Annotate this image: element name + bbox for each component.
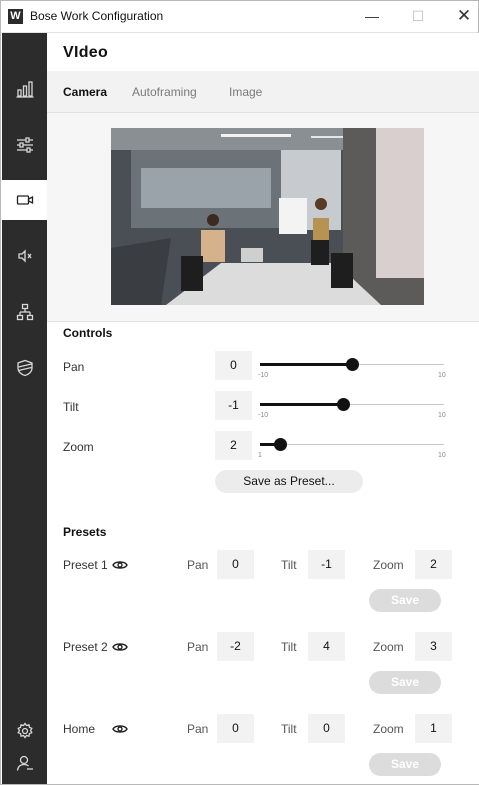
preset-1-zoom-value[interactable]: 2 [415, 550, 452, 579]
pan-label: Pan [63, 360, 85, 374]
title-bar: W Bose Work Configuration — ☐ ✕ [1, 1, 478, 33]
preview-area [47, 113, 479, 322]
tilt-max-tick: 10 [438, 412, 446, 419]
preset-2-name: Preset 2 [63, 640, 108, 654]
save-as-preset-button[interactable]: Save as Preset... [215, 470, 363, 493]
controls-section-title: Controls [63, 326, 113, 340]
speaker-icon [17, 249, 32, 263]
network-icon [16, 303, 33, 321]
preset-home-tilt-label: Tilt [281, 722, 297, 736]
eye-icon[interactable] [112, 559, 128, 571]
pan-value-input[interactable]: 0 [215, 351, 252, 380]
main-content: VIdeo Camera Autoframing Image Controls … [47, 33, 479, 784]
sidebar-item-network[interactable] [2, 292, 47, 332]
pan-slider-thumb[interactable] [346, 358, 359, 371]
preset-home-name: Home [63, 722, 96, 736]
tilt-min-tick: -10 [258, 412, 269, 419]
zoom-value-input[interactable]: 2 [215, 431, 252, 460]
preset-2-pan-value[interactable]: -2 [217, 632, 254, 661]
preset-home-pan-value[interactable]: 0 [217, 714, 254, 743]
tilt-slider-thumb[interactable] [337, 398, 350, 411]
video-camera-icon [16, 195, 33, 205]
preset-home-zoom-label: Zoom [373, 722, 404, 736]
preset-1-pan-label: Pan [187, 558, 209, 572]
zoom-slider-thumb[interactable] [274, 438, 287, 451]
tab-camera[interactable]: Camera [63, 85, 107, 99]
preset-2-zoom-value[interactable]: 3 [415, 632, 452, 661]
preset-2-save-button[interactable]: Save [369, 671, 441, 694]
tilt-label: Tilt [63, 400, 79, 414]
preset-1-pan-value[interactable]: 0 [217, 550, 254, 579]
sliders-icon [16, 137, 33, 153]
zoom-max-tick: 10 [438, 452, 446, 459]
sidebar-item-account[interactable] [2, 743, 47, 783]
tilt-slider-fill [260, 403, 343, 406]
page-title: VIdeo [63, 44, 109, 61]
preset-2-tilt-label: Tilt [281, 640, 297, 654]
minimize-button[interactable]: — [357, 5, 387, 27]
bar-chart-icon [16, 81, 33, 98]
tilt-slider[interactable] [260, 394, 444, 416]
app-logo: W [8, 9, 23, 24]
preset-1-zoom-label: Zoom [373, 558, 404, 572]
zoom-label: Zoom [63, 440, 94, 454]
preset-2-tilt-value[interactable]: 4 [308, 632, 345, 661]
user-icon [16, 755, 33, 771]
preset-home-pan-label: Pan [187, 722, 209, 736]
tab-bar: Camera Autoframing Image [47, 71, 479, 113]
preset-1-name: Preset 1 [63, 558, 108, 572]
sidebar [2, 33, 47, 784]
eye-icon[interactable] [112, 723, 128, 735]
preset-1-tilt-value[interactable]: -1 [308, 550, 345, 579]
tab-autoframing[interactable]: Autoframing [132, 85, 197, 99]
sidebar-item-security[interactable] [2, 348, 47, 388]
eye-icon[interactable] [112, 641, 128, 653]
camera-preview [111, 128, 424, 305]
sidebar-item-video[interactable] [2, 180, 47, 220]
preset-home-zoom-value[interactable]: 1 [415, 714, 452, 743]
sidebar-item-speaker[interactable] [2, 236, 47, 276]
app-window: W Bose Work Configuration — ☐ ✕ VIdeo Ca… [0, 0, 479, 785]
close-button[interactable]: ✕ [449, 5, 479, 27]
zoom-min-tick: 1 [258, 452, 262, 459]
window-title: Bose Work Configuration [30, 9, 164, 23]
zoom-slider-track [260, 444, 444, 445]
preset-home-tilt-value[interactable]: 0 [308, 714, 345, 743]
sidebar-item-statistics[interactable] [2, 69, 47, 109]
pan-slider-fill [260, 363, 352, 366]
zoom-slider[interactable] [260, 434, 444, 456]
preset-1-save-button[interactable]: Save [369, 589, 441, 612]
preset-home-save-button[interactable]: Save [369, 753, 441, 776]
shield-icon [16, 359, 33, 377]
gear-icon [16, 722, 33, 739]
preset-1-tilt-label: Tilt [281, 558, 297, 572]
preset-2-pan-label: Pan [187, 640, 209, 654]
pan-max-tick: 10 [438, 372, 446, 379]
preset-2-zoom-label: Zoom [373, 640, 404, 654]
tab-image[interactable]: Image [229, 85, 262, 99]
tilt-value-input[interactable]: -1 [215, 391, 252, 420]
sidebar-item-audio-settings[interactable] [2, 125, 47, 165]
maximize-button[interactable]: ☐ [403, 5, 433, 27]
pan-min-tick: -10 [258, 372, 269, 379]
presets-section-title: Presets [63, 525, 107, 539]
pan-slider[interactable] [260, 354, 444, 376]
